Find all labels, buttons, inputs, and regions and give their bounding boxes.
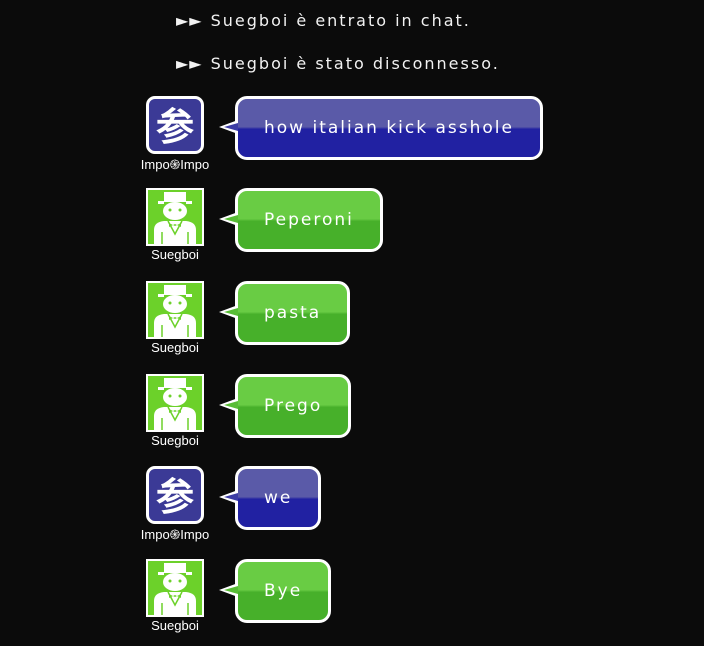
message-bubble: Peperoni [235,188,383,252]
bubble-tail-fill [224,401,238,409]
system-message-joined: ►► Suegboi è entrato in chat. [176,11,471,30]
chat-log: ►► Suegboi è entrato in chat. ►► Suegboi è… [0,0,704,646]
chat-message: Suegboi Prego [0,374,704,450]
avatar-glyph: 参 [156,105,194,149]
message-bubble: pasta [235,281,351,345]
message-author: Suegboi [132,281,218,355]
message-text: Bye [264,581,303,601]
message-text: how italian kick asshole [264,118,514,138]
avatar-glyph: 参 [156,475,194,519]
top-hat-man-avatar-icon[interactable] [146,188,204,246]
message-author: Suegboi [132,188,218,262]
kanji-avatar-icon[interactable]: 参 [146,96,204,154]
message-bubble: Bye [235,559,332,623]
arrow-icon: ►► [176,11,203,30]
message-text: Prego [264,396,323,416]
chat-message: Suegboi pasta [0,281,704,357]
bubble-tail-fill [224,308,238,316]
message-text: pasta [264,303,322,323]
username[interactable]: Suegboi [132,340,218,355]
message-text: we [264,488,293,508]
arrow-icon: ►► [176,54,203,73]
message-bubble: we [235,466,322,530]
username[interactable]: Suegboi [132,247,218,262]
username[interactable]: Impo֍Impo [132,155,218,173]
bubble-tail-fill [224,215,238,223]
system-message-text: Suegboi è entrato in chat. [210,11,471,30]
top-hat-man-avatar-icon[interactable] [146,559,204,617]
message-author: Suegboi [132,374,218,448]
kanji-avatar-icon[interactable]: 参 [146,466,204,524]
bubble-tail-fill [224,586,238,594]
username[interactable]: Impo֍Impo [132,525,218,543]
top-hat-man-avatar-icon[interactable] [146,281,204,339]
chat-message: 参 Impo֍Impo we [0,466,704,542]
message-author: 参 Impo֍Impo [132,466,218,543]
message-bubble: Prego [235,374,352,438]
bubble-tail-fill [224,123,238,131]
message-text: Peperoni [264,210,354,230]
message-bubble: how italian kick asshole [235,96,543,160]
bubble-tail-fill [224,493,238,501]
message-author: 参 Impo֍Impo [132,96,218,173]
message-author: Suegboi [132,559,218,633]
chat-message: Suegboi Peperoni [0,188,704,264]
top-hat-man-avatar-icon[interactable] [146,374,204,432]
chat-message: 参 Impo֍Impo how italian kick asshole [0,96,704,172]
system-message-disconnected: ►► Suegboi è stato disconnesso. [176,54,500,73]
system-message-text: Suegboi è stato disconnesso. [210,54,500,73]
username[interactable]: Suegboi [132,433,218,448]
chat-message: Suegboi Bye [0,559,704,635]
username[interactable]: Suegboi [132,618,218,633]
